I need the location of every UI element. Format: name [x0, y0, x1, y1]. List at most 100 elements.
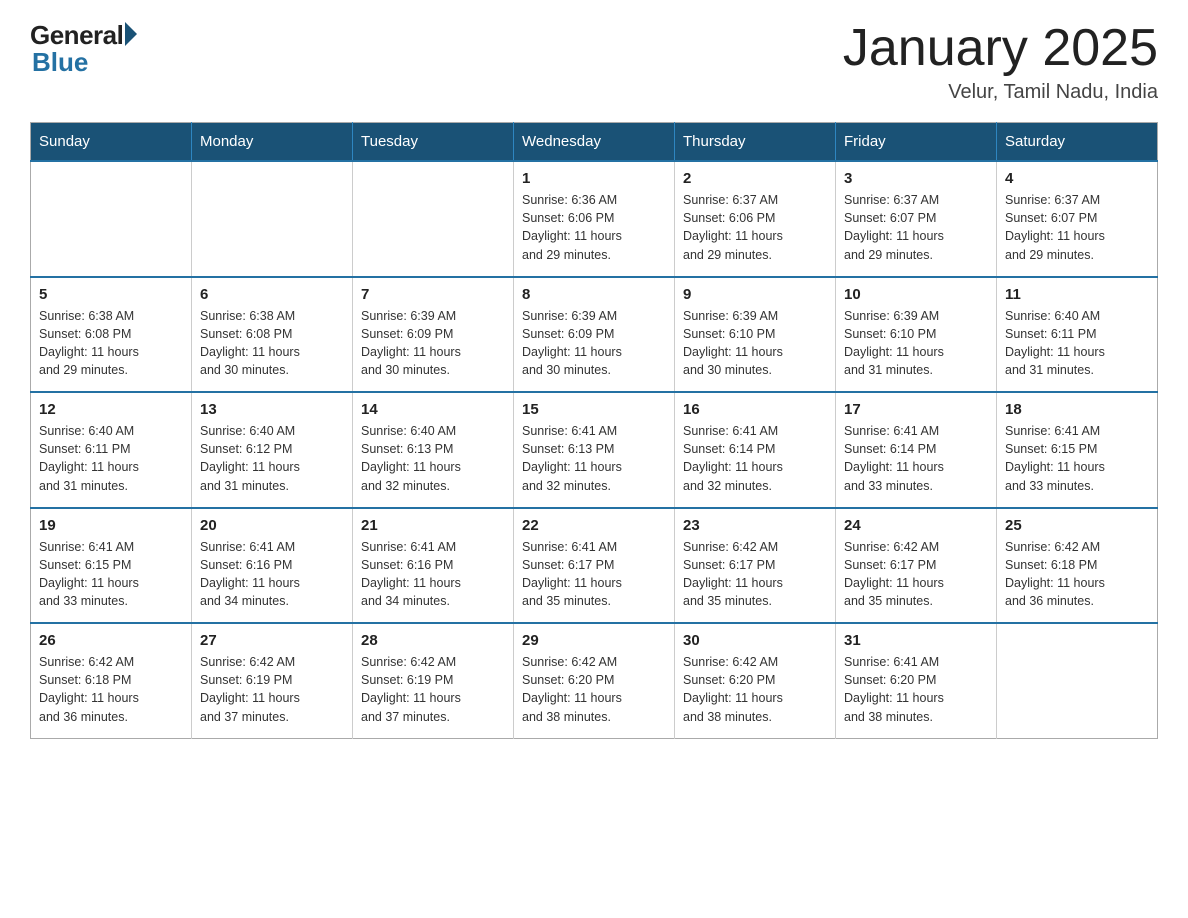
day-info: Sunrise: 6:39 AM Sunset: 6:10 PM Dayligh… — [844, 307, 988, 380]
day-info: Sunrise: 6:42 AM Sunset: 6:17 PM Dayligh… — [844, 538, 988, 611]
day-number: 23 — [683, 517, 827, 534]
day-number: 16 — [683, 401, 827, 418]
calendar-cell: 21 Sunrise: 6:41 AM Sunset: 6:16 PM Dayli… — [353, 508, 514, 624]
day-info: Sunrise: 6:40 AM Sunset: 6:11 PM Dayligh… — [39, 422, 183, 495]
calendar-cell: 24 Sunrise: 6:42 AM Sunset: 6:17 PM Dayli… — [836, 508, 997, 624]
day-number: 3 — [844, 170, 988, 187]
day-info: Sunrise: 6:41 AM Sunset: 6:14 PM Dayligh… — [844, 422, 988, 495]
day-info: Sunrise: 6:36 AM Sunset: 6:06 PM Dayligh… — [522, 191, 666, 264]
day-info: Sunrise: 6:41 AM Sunset: 6:15 PM Dayligh… — [1005, 422, 1149, 495]
logo: General Blue — [30, 20, 137, 78]
day-number: 7 — [361, 286, 505, 303]
day-info: Sunrise: 6:41 AM Sunset: 6:15 PM Dayligh… — [39, 538, 183, 611]
calendar-cell: 31 Sunrise: 6:41 AM Sunset: 6:20 PM Dayli… — [836, 623, 997, 738]
calendar-cell: 27Sunrise: 6:42 AM Sunset: 6:19 PM Dayli… — [192, 623, 353, 738]
day-info: Sunrise: 6:42 AM Sunset: 6:20 PM Dayligh… — [683, 653, 827, 726]
day-info: Sunrise: 6:41 AM Sunset: 6:14 PM Dayligh… — [683, 422, 827, 495]
day-number: 15 — [522, 401, 666, 418]
calendar-cell: 10 Sunrise: 6:39 AM Sunset: 6:10 PM Dayli… — [836, 277, 997, 393]
calendar-cell: 5Sunrise: 6:38 AM Sunset: 6:08 PM Daylig… — [31, 277, 192, 393]
calendar-cell: 4 Sunrise: 6:37 AM Sunset: 6:07 PM Daylig… — [997, 161, 1158, 277]
day-number: 28 — [361, 632, 505, 649]
calendar-cell — [353, 161, 514, 277]
day-info: Sunrise: 6:41 AM Sunset: 6:16 PM Dayligh… — [361, 538, 505, 611]
calendar-header-tuesday: Tuesday — [353, 123, 514, 162]
page-header: General Blue January 2025 Velur, Tamil N… — [30, 20, 1158, 104]
calendar-header-friday: Friday — [836, 123, 997, 162]
calendar-cell: 12Sunrise: 6:40 AM Sunset: 6:11 PM Dayli… — [31, 392, 192, 508]
calendar-cell — [31, 161, 192, 277]
calendar-cell: 26 Sunrise: 6:42 AM Sunset: 6:18 PM Dayli… — [31, 623, 192, 738]
title-block: January 2025 Velur, Tamil Nadu, India — [843, 20, 1158, 104]
day-info: Sunrise: 6:41 AM Sunset: 6:17 PM Dayligh… — [522, 538, 666, 611]
day-number: 20 — [200, 517, 344, 534]
calendar-cell: 30 Sunrise: 6:42 AM Sunset: 6:20 PM Dayli… — [675, 623, 836, 738]
calendar-cell: 8Sunrise: 6:39 AM Sunset: 6:09 PM Daylig… — [514, 277, 675, 393]
day-number: 1 — [522, 170, 666, 187]
logo-blue-text: Blue — [30, 47, 88, 78]
day-info: Sunrise: 6:37 AM Sunset: 6:07 PM Dayligh… — [1005, 191, 1149, 264]
day-info: Sunrise: 6:41 AM Sunset: 6:13 PM Dayligh… — [522, 422, 666, 495]
day-number: 17 — [844, 401, 988, 418]
day-number: 27 — [200, 632, 344, 649]
calendar-week-4: 19 Sunrise: 6:41 AM Sunset: 6:15 PM Dayli… — [31, 508, 1158, 624]
calendar-header-sunday: Sunday — [31, 123, 192, 162]
calendar-cell — [192, 161, 353, 277]
calendar-week-1: 1 Sunrise: 6:36 AM Sunset: 6:06 PM Daylig… — [31, 161, 1158, 277]
calendar-cell: 3 Sunrise: 6:37 AM Sunset: 6:07 PM Daylig… — [836, 161, 997, 277]
day-number: 13 — [200, 401, 344, 418]
calendar-week-3: 12Sunrise: 6:40 AM Sunset: 6:11 PM Dayli… — [31, 392, 1158, 508]
day-number: 4 — [1005, 170, 1149, 187]
location: Velur, Tamil Nadu, India — [843, 81, 1158, 104]
day-number: 24 — [844, 517, 988, 534]
calendar-cell: 17 Sunrise: 6:41 AM Sunset: 6:14 PM Dayli… — [836, 392, 997, 508]
calendar-cell: 2Sunrise: 6:37 AM Sunset: 6:06 PM Daylig… — [675, 161, 836, 277]
day-info: Sunrise: 6:42 AM Sunset: 6:17 PM Dayligh… — [683, 538, 827, 611]
calendar-cell: 20Sunrise: 6:41 AM Sunset: 6:16 PM Dayli… — [192, 508, 353, 624]
day-info: Sunrise: 6:37 AM Sunset: 6:06 PM Dayligh… — [683, 191, 827, 264]
day-info: Sunrise: 6:37 AM Sunset: 6:07 PM Dayligh… — [844, 191, 988, 264]
day-number: 25 — [1005, 517, 1149, 534]
day-number: 22 — [522, 517, 666, 534]
day-number: 9 — [683, 286, 827, 303]
calendar-header-thursday: Thursday — [675, 123, 836, 162]
day-info: Sunrise: 6:41 AM Sunset: 6:20 PM Dayligh… — [844, 653, 988, 726]
calendar-cell: 28 Sunrise: 6:42 AM Sunset: 6:19 PM Dayli… — [353, 623, 514, 738]
day-number: 30 — [683, 632, 827, 649]
day-info: Sunrise: 6:40 AM Sunset: 6:12 PM Dayligh… — [200, 422, 344, 495]
day-number: 19 — [39, 517, 183, 534]
day-info: Sunrise: 6:39 AM Sunset: 6:09 PM Dayligh… — [522, 307, 666, 380]
calendar-cell: 13 Sunrise: 6:40 AM Sunset: 6:12 PM Dayli… — [192, 392, 353, 508]
day-number: 26 — [39, 632, 183, 649]
calendar-header-saturday: Saturday — [997, 123, 1158, 162]
day-number: 6 — [200, 286, 344, 303]
day-number: 10 — [844, 286, 988, 303]
calendar-cell: 22 Sunrise: 6:41 AM Sunset: 6:17 PM Dayli… — [514, 508, 675, 624]
day-info: Sunrise: 6:40 AM Sunset: 6:11 PM Dayligh… — [1005, 307, 1149, 380]
calendar-header-wednesday: Wednesday — [514, 123, 675, 162]
calendar-cell: 15 Sunrise: 6:41 AM Sunset: 6:13 PM Dayli… — [514, 392, 675, 508]
day-info: Sunrise: 6:42 AM Sunset: 6:18 PM Dayligh… — [1005, 538, 1149, 611]
calendar-week-2: 5Sunrise: 6:38 AM Sunset: 6:08 PM Daylig… — [31, 277, 1158, 393]
day-info: Sunrise: 6:38 AM Sunset: 6:08 PM Dayligh… — [39, 307, 183, 380]
day-info: Sunrise: 6:42 AM Sunset: 6:20 PM Dayligh… — [522, 653, 666, 726]
calendar-cell: 23 Sunrise: 6:42 AM Sunset: 6:17 PM Dayli… — [675, 508, 836, 624]
calendar-header-monday: Monday — [192, 123, 353, 162]
calendar-table: SundayMondayTuesdayWednesdayThursdayFrid… — [30, 122, 1158, 739]
day-info: Sunrise: 6:39 AM Sunset: 6:09 PM Dayligh… — [361, 307, 505, 380]
day-info: Sunrise: 6:42 AM Sunset: 6:19 PM Dayligh… — [361, 653, 505, 726]
day-info: Sunrise: 6:42 AM Sunset: 6:18 PM Dayligh… — [39, 653, 183, 726]
day-number: 18 — [1005, 401, 1149, 418]
day-number: 11 — [1005, 286, 1149, 303]
calendar-cell: 25 Sunrise: 6:42 AM Sunset: 6:18 PM Dayli… — [997, 508, 1158, 624]
day-number: 21 — [361, 517, 505, 534]
calendar-cell: 7 Sunrise: 6:39 AM Sunset: 6:09 PM Daylig… — [353, 277, 514, 393]
calendar-week-5: 26 Sunrise: 6:42 AM Sunset: 6:18 PM Dayli… — [31, 623, 1158, 738]
calendar-cell: 29 Sunrise: 6:42 AM Sunset: 6:20 PM Dayli… — [514, 623, 675, 738]
month-title: January 2025 — [843, 20, 1158, 77]
calendar-cell: 11 Sunrise: 6:40 AM Sunset: 6:11 PM Dayli… — [997, 277, 1158, 393]
day-info: Sunrise: 6:39 AM Sunset: 6:10 PM Dayligh… — [683, 307, 827, 380]
day-number: 29 — [522, 632, 666, 649]
calendar-cell: 1 Sunrise: 6:36 AM Sunset: 6:06 PM Daylig… — [514, 161, 675, 277]
day-number: 31 — [844, 632, 988, 649]
